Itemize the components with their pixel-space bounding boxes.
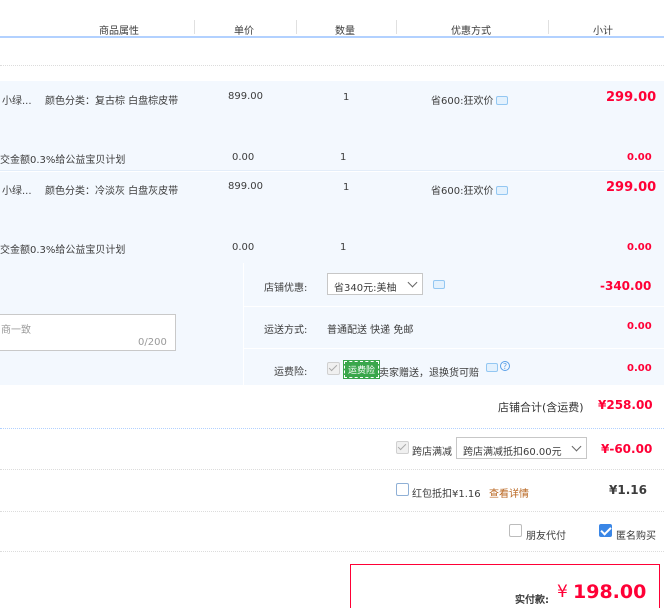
chat-icon[interactable] [496, 95, 509, 105]
redpacket-amount: ¥1.16 [609, 483, 647, 497]
anonymous-label: 匿名购买 [616, 531, 656, 542]
cross-shop-amount: ¥-60.00 [601, 442, 653, 456]
chat-icon[interactable] [433, 280, 445, 289]
insurance-checkbox[interactable] [327, 362, 340, 375]
item-name[interactable]: 小绿... [2, 182, 32, 197]
charity-subtotal: 0.00 [627, 242, 652, 253]
charity-label: 交金额0.3%给公益宝贝计划 [0, 155, 126, 166]
cart-header: 商品属性 单价 数量 优惠方式 小计 [0, 0, 664, 38]
col-subtotal: 小计 [593, 26, 613, 37]
cross-shop-select[interactable]: 跨店满减抵扣60.00元 [456, 437, 587, 459]
chat-icon[interactable] [486, 363, 498, 372]
divider [296, 20, 297, 34]
message-count: 0/200 [138, 337, 167, 348]
item-price: 899.00 [228, 91, 263, 102]
currency-symbol: ¥ [557, 582, 568, 602]
cross-shop-label: 跨店满减 [412, 447, 452, 458]
shipping-method: 普通配送 快递 免邮 [327, 325, 414, 336]
insurance-text: 卖家赠送，退换货可赔 [379, 368, 479, 379]
friend-pay-checkbox[interactable] [509, 524, 522, 537]
divider [0, 469, 664, 470]
cart-item: 小绿... 颜色分类：冷淡灰 白盘灰皮带 899.00 1 省600:狂欢价 2… [0, 172, 664, 263]
message-textarea[interactable]: 商一致 0/200 [0, 314, 176, 351]
col-promo: 优惠方式 [451, 26, 491, 37]
chevron-down-icon [571, 441, 582, 452]
chevron-down-icon [407, 277, 418, 288]
cart-item: 小绿... 颜色分类：复古棕 白盘棕皮带 899.00 1 省600:狂欢价 2… [0, 81, 664, 171]
friend-pay-label: 朋友代付 [526, 531, 566, 542]
charity-price: 0.00 [232, 242, 255, 253]
item-promo: 省600:狂欢价 [431, 182, 509, 197]
shop-discount-value: 省340元:美柚 [334, 283, 397, 294]
insurance-label: 运费险: [274, 367, 308, 378]
divider [194, 20, 195, 34]
charity-label: 交金额0.3%给公益宝贝计划 [0, 245, 126, 256]
help-icon[interactable]: ? [500, 361, 510, 371]
promo-text: 省600:狂欢价 [431, 186, 494, 197]
divider [0, 511, 664, 512]
item-subtotal: 299.00 [606, 180, 657, 195]
item-attr: 颜色分类：冷淡灰 白盘灰皮带 [45, 186, 179, 197]
cross-shop-checkbox[interactable] [396, 441, 409, 454]
insurance-tag: 运费险 [342, 360, 381, 379]
shipping-label: 运送方式: [264, 325, 308, 336]
divider [548, 20, 549, 34]
item-promo: 省600:狂欢价 [431, 92, 509, 107]
charity-price: 0.00 [232, 152, 255, 163]
col-qty: 数量 [335, 26, 355, 37]
shop-total-value: ¥258.00 [598, 398, 653, 412]
chat-icon[interactable] [496, 185, 509, 195]
cross-shop-select-value: 跨店满减抵扣60.00元 [463, 447, 562, 458]
divider [243, 348, 664, 349]
payment-box: 实付款: ¥ 198.00 [350, 564, 660, 608]
divider [0, 428, 664, 429]
shop-discount-select[interactable]: 省340元:美柚 [327, 273, 423, 295]
anonymous-checkbox[interactable] [599, 524, 612, 537]
item-qty: 1 [343, 182, 350, 193]
shipping-amount: 0.00 [627, 321, 652, 332]
redpacket-checkbox[interactable] [396, 483, 409, 496]
redpacket-detail-link[interactable]: 查看详情 [489, 485, 529, 500]
col-attr: 商品属性 [99, 26, 139, 37]
charity-subtotal: 0.00 [627, 152, 652, 163]
item-qty: 1 [343, 92, 350, 103]
promo-text: 省600:狂欢价 [431, 96, 494, 107]
divider [0, 65, 664, 66]
charity-qty: 1 [340, 242, 347, 253]
item-name[interactable]: 小绿... [2, 92, 32, 107]
divider [243, 263, 244, 385]
shop-discount-amount: -340.00 [600, 279, 652, 293]
shop-total-label: 店铺合计(含运费) [498, 401, 584, 414]
payment-amount: 198.00 [573, 581, 647, 603]
message-placeholder: 商一致 [1, 325, 31, 336]
charity-qty: 1 [340, 152, 347, 163]
col-price: 单价 [234, 26, 254, 37]
payment-label: 实付款: [515, 595, 549, 606]
shop-discount-label: 店铺优惠: [264, 283, 308, 294]
item-attr: 颜色分类：复古棕 白盘棕皮带 [45, 96, 179, 107]
redpacket-label: 红包抵扣¥1.16 [412, 489, 481, 500]
insurance-amount: 0.00 [627, 363, 652, 374]
divider [0, 551, 664, 552]
item-price: 899.00 [228, 181, 263, 192]
divider [396, 20, 397, 34]
item-subtotal: 299.00 [606, 90, 657, 105]
divider [243, 306, 664, 307]
